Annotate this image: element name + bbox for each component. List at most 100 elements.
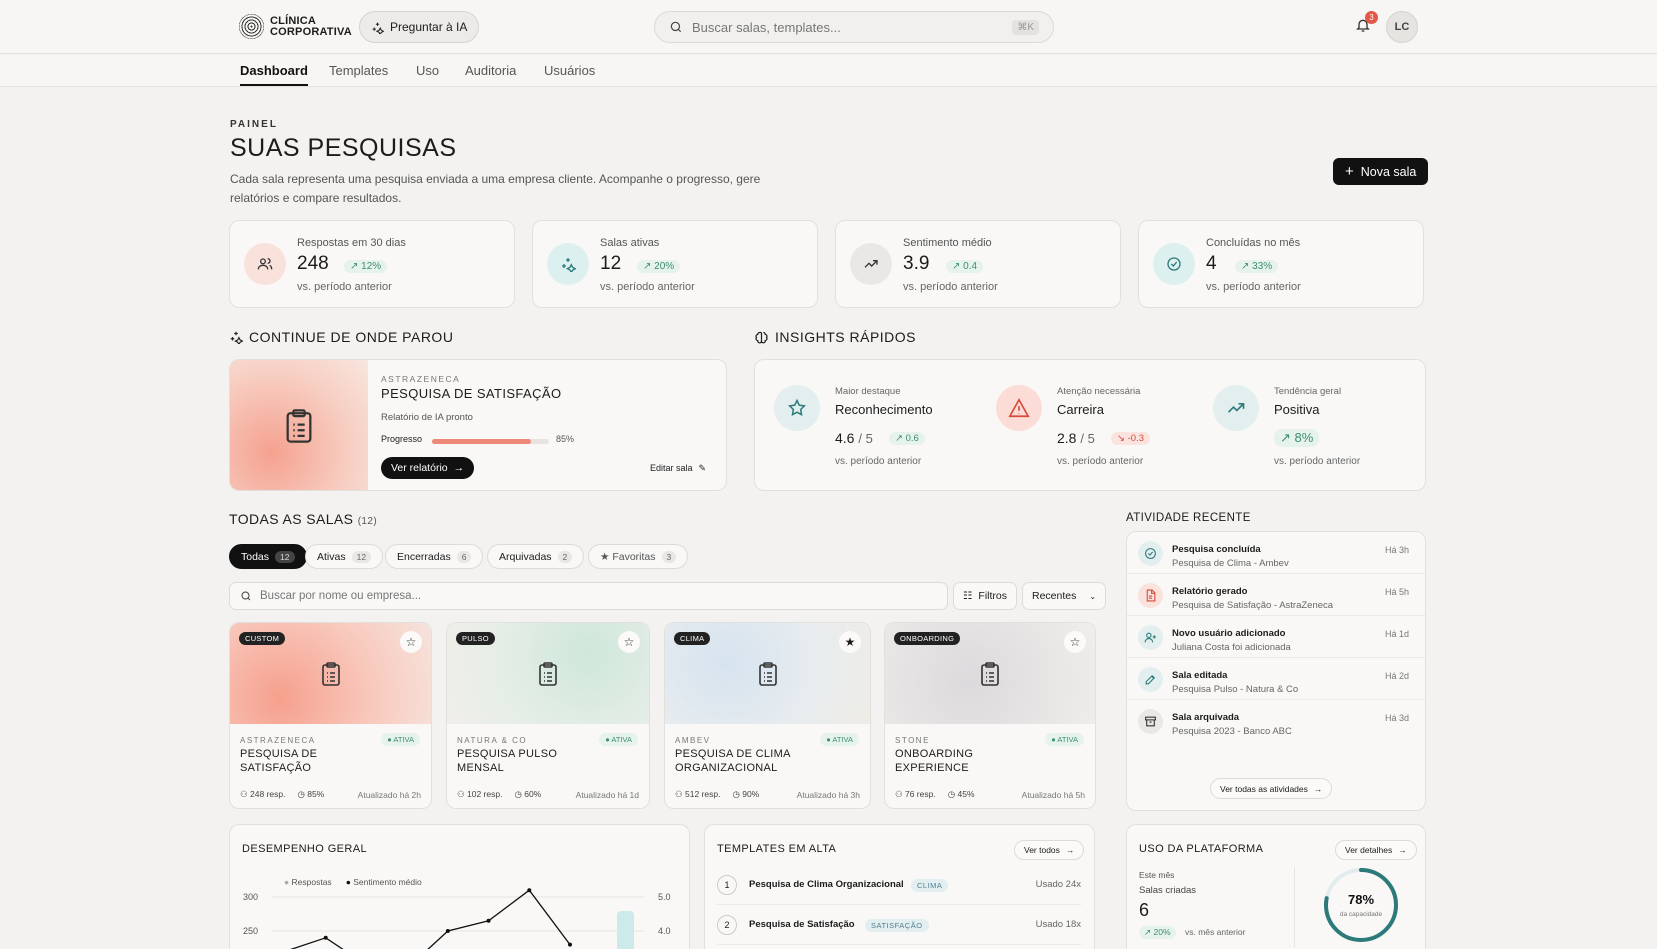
room-title: PESQUISA PULSO MENSAL [457,748,558,774]
insight-highlight[interactable]: Maior destaque Reconhecimento 4.6 / 5 ↗ … [755,360,975,492]
room-card[interactable]: CUSTOM ☆ ASTRAZENECA ● ATIVA PESQUISA DE… [229,622,432,809]
star-outline-icon[interactable]: ☆ [400,631,422,653]
view-all-activity-button[interactable]: Ver todas as atividades → [1210,778,1333,799]
room-card[interactable]: CLIMA ★ AMBEV ● ATIVA PESQUISA DE CLIMA … [664,622,871,809]
room-progress: ◷ 85% [297,789,325,799]
room-updated: Atualizado há 1d [575,789,639,800]
y-tick-right: 5.0 [658,892,671,902]
room-status: ● ATIVA [1045,733,1084,746]
main-nav: Dashboard Templates Uso Auditoria Usuári… [0,55,1657,87]
room-progress: ◷ 45% [947,789,975,799]
archive-icon [1138,709,1163,734]
edit-room-link[interactable]: Editar sala ✎ [650,463,706,474]
filter-all[interactable]: Todas 12 [229,544,307,569]
activity-title-text: Pesquisa concluída [1172,544,1261,555]
tab-auditoria[interactable]: Auditoria [465,63,516,84]
room-updated: Atualizado há 2h [357,789,421,800]
arrow-right-icon: → [1398,845,1407,855]
tab-uso[interactable]: Uso [416,63,439,84]
page-title: SUAS PESQUISAS [230,134,457,162]
tab-templates[interactable]: Templates [329,63,388,84]
stat-subtext: vs. período anterior [600,281,695,293]
room-company: AMBEV [675,736,711,745]
stat-card-active-rooms[interactable]: Salas ativas 12 ↗ 20% vs. período anteri… [532,220,818,308]
continue-status: Relatório de IA pronto [381,412,473,423]
insight-change: ↗ 0.6 [889,432,925,445]
insight-label: Atenção necessária [1057,386,1141,397]
new-room-button[interactable]: + Nova sala [1333,158,1429,185]
insights-card: Maior destaque Reconhecimento 4.6 / 5 ↗ … [754,359,1426,491]
brand-logo[interactable]: CLÍNICA CORPORATIVA [239,14,352,39]
activity-time: Há 3h [1384,545,1409,555]
room-tag: CUSTOM [239,632,286,645]
room-title: PESQUISA DE SATISFAÇÃO [240,748,318,774]
trending-up-icon [850,243,892,285]
activity-time: Há 2d [1384,671,1409,681]
template-usage: Usado 18x [1035,919,1081,930]
usage-change: ↗ 20% [1139,926,1176,939]
usage-panel: USO DA PLATAFORMA Ver detalhes → Este mês… [1126,824,1426,949]
continue-section-title: CONTINUE DE ONDE PAROU [229,329,453,345]
activity-item[interactable]: Sala editada Pesquisa Pulso - Natura & C… [1127,658,1425,700]
view-all-templates-button[interactable]: Ver todos → [1014,840,1085,860]
clipboard-icon [758,661,777,686]
user-plus-icon [1138,625,1163,650]
activity-item[interactable]: Relatório gerado Pesquisa de Satisfação … [1127,574,1425,616]
room-tag: PULSO [456,632,495,645]
insight-score: 4.6 / 5 [835,430,873,446]
stat-subtext: vs. período anterior [297,281,392,293]
global-search-input[interactable]: Buscar salas, templates... ⌘K [654,11,1054,43]
check-circle-icon [1138,541,1163,566]
page-eyebrow: PAINEL [230,119,278,130]
room-updated: Atualizado há 5h [1021,789,1085,800]
y-tick-right: 4.0 [658,926,671,936]
star-filled-icon[interactable]: ★ [839,631,861,653]
room-status: ● ATIVA [599,733,638,746]
insight-trend[interactable]: Tendência geral Positiva ↗ 8% vs. períod… [1194,360,1414,492]
stat-card-responses[interactable]: Respostas em 30 dias 248 ↗ 12% vs. perío… [229,220,515,308]
activity-item[interactable]: Pesquisa concluída Pesquisa de Clima - A… [1127,532,1425,574]
insight-name: Reconhecimento [835,402,933,417]
template-rank: 1 [717,875,737,895]
star-outline-icon[interactable]: ☆ [1064,631,1086,653]
sort-select[interactable]: Recentes ⌄ [1022,582,1107,610]
template-row[interactable]: 2 Pesquisa de Satisfação SATISFAÇÃO Usad… [717,907,1081,945]
user-avatar[interactable]: LC [1386,11,1418,43]
chevron-down-icon: ⌄ [1089,591,1097,601]
activity-item[interactable]: Sala arquivada Pesquisa 2023 - Banco ABC… [1127,700,1425,742]
stat-card-completed[interactable]: Concluídas no mês 4 ↗ 33% vs. período an… [1138,220,1424,308]
room-card[interactable]: PULSO ☆ NATURA & CO ● ATIVA PESQUISA PUL… [446,622,650,809]
filter-archived[interactable]: Arquivadas 2 [487,544,585,569]
filter-closed[interactable]: Encerradas 6 [385,544,484,569]
activity-time: Há 5h [1384,587,1409,597]
ask-ai-button[interactable]: Preguntar à IA [359,11,480,43]
view-details-button[interactable]: Ver detalhes → [1335,840,1417,860]
room-meta: ⚇ 248 resp. ◷ 85% Atualizado há 2h [240,789,421,800]
progress-text: 85% [556,434,575,444]
new-room-label: Nova sala [1360,164,1417,179]
tab-dashboard[interactable]: Dashboard [240,63,308,86]
activity-item[interactable]: Novo usuário adicionado Juliana Costa fo… [1127,616,1425,658]
filter-active[interactable]: Ativas 12 [305,544,384,569]
progress-bar [432,439,549,444]
room-search-input[interactable]: Buscar por nome ou empresa... [229,582,948,610]
template-row[interactable]: 1 Pesquisa de Clima Organizacional CLIMA… [717,867,1081,905]
stat-card-sentiment[interactable]: Sentimento médio 3.9 ↗ 0.4 vs. período a… [835,220,1121,308]
star-outline-icon[interactable]: ☆ [618,631,640,653]
filter-favorites[interactable]: ★ Favoritas 3 [588,544,689,569]
data-point [323,935,328,940]
clipboard-icon [286,409,312,443]
insight-attention[interactable]: Atenção necessária Carreira 2.8 / 5 ↘ -0… [977,360,1197,492]
tab-usuarios[interactable]: Usuários [544,63,595,84]
responses-count: ⚇ 512 resp. [675,789,721,799]
room-tag: ONBOARDING [894,632,961,645]
stat-label: Sentimento médio [903,237,992,249]
room-meta: ⚇ 76 resp. ◷ 45% Atualizado há 5h [895,789,1085,800]
stat-subtext: vs. período anterior [1206,281,1301,293]
filters-button[interactable]: ☷ Filtros [953,582,1018,610]
view-report-button[interactable]: Ver relatório → [381,457,475,479]
data-point [568,942,572,947]
continue-card[interactable]: ASTRAZENECA PESQUISA DE SATISFAÇÃO Relat… [229,359,727,491]
room-card[interactable]: ONBOARDING ☆ STONE ● ATIVA ONBOARDING EX… [884,622,1096,809]
activity-time: Há 3d [1384,713,1409,723]
